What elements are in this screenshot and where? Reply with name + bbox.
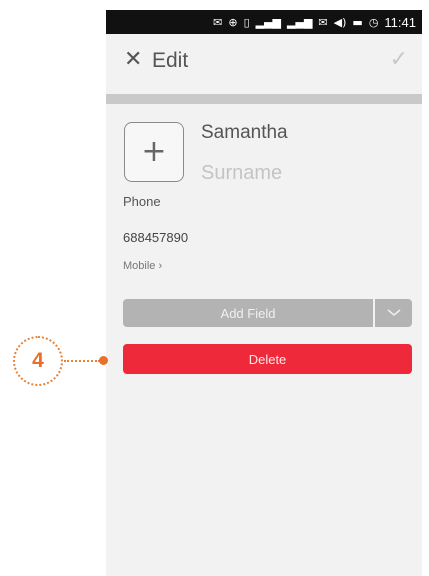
delete-label: Delete [248,351,287,367]
battery-icon: ▬ [352,15,363,29]
header: ✕ Edit ✓ [106,34,422,94]
page-title: Edit [152,49,189,72]
add-photo-button[interactable]: + [124,122,184,182]
delete-button[interactable]: Delete [123,344,412,374]
add-field-dropdown[interactable] [375,299,412,327]
phone-number-field[interactable]: 688457890 [123,230,188,245]
callout-dot [99,356,108,365]
plus-icon: + [141,134,167,169]
chevron-down-icon [386,309,401,317]
signal-icon: ▂▄▆ [255,15,282,29]
location-icon: ⊕ [228,15,238,29]
clock: 11:41 [384,14,416,30]
check-icon[interactable]: ✓ [390,49,408,71]
phone-section-label: Phone [123,194,161,209]
surname-field[interactable]: Surname [201,162,401,190]
volume-icon: ◀) [333,15,347,29]
alarm-icon: ◷ [368,15,379,29]
phone-screen: ✉ ⊕ ▯ ▂▄▆ ▂▄▆ ✉ ◀) ▬ ◷ 11:41 ✕ Edit ✓ + … [106,10,422,576]
close-icon[interactable]: ✕ [124,49,142,71]
first-name-field[interactable]: Samantha [201,122,401,150]
add-field-label: Add Field [220,305,276,321]
phone-type-selector[interactable]: Mobile › [123,260,162,272]
mail-icon: ✉ [213,15,223,29]
header-divider [106,94,422,104]
message-icon: ✉ [318,15,328,29]
signal-icon: ▂▄▆ [287,15,313,29]
callout-marker: 4 [13,336,63,386]
callout-number: 4 [32,349,44,372]
add-field-button[interactable]: Add Field [123,299,373,327]
sim-icon: ▯ [243,15,250,29]
callout-leader-line [64,360,100,362]
status-bar: ✉ ⊕ ▯ ▂▄▆ ▂▄▆ ✉ ◀) ▬ ◷ 11:41 [106,10,422,34]
